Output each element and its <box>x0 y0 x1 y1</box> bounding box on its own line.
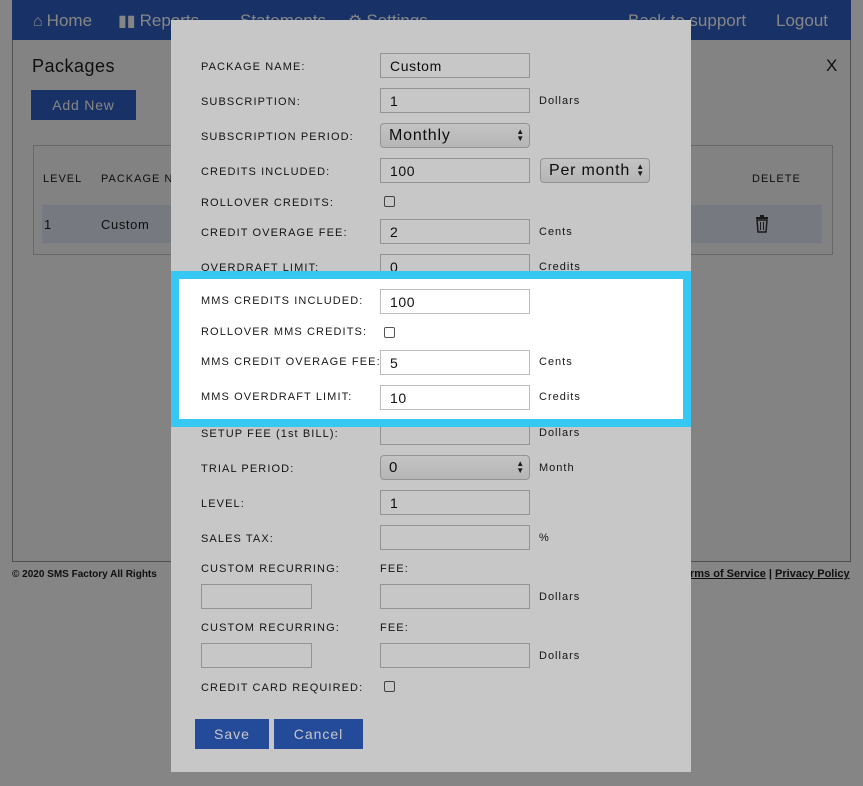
rollover-mms-credits-checkbox[interactable] <box>384 327 395 338</box>
rollover-mms-credits-label: ROLLOVER MMS CREDITS: <box>201 326 368 338</box>
sales-tax-input[interactable] <box>380 525 530 550</box>
setup-fee-unit: Dollars <box>539 427 581 439</box>
subscription-period-select[interactable]: Monthly ▲ ▼ <box>380 123 530 148</box>
credits-included-input[interactable] <box>380 158 530 183</box>
rollover-credits-label: ROLLOVER CREDITS: <box>201 197 335 209</box>
package-name-label: PACKAGE NAME: <box>201 61 306 73</box>
mms-overdraft-limit-input[interactable] <box>380 385 530 410</box>
save-button[interactable]: Save <box>195 719 269 749</box>
mms-settings-highlight: MMS CREDITS INCLUDED: ROLLOVER MMS CREDI… <box>171 271 691 427</box>
trial-period-label: TRIAL PERIOD: <box>201 463 295 475</box>
mms-credits-included-label: MMS CREDITS INCLUDED: <box>201 295 364 307</box>
custom-recurring-2-name-input[interactable] <box>201 643 312 668</box>
custom-recurring-1-fee-input[interactable] <box>380 584 530 609</box>
subscription-period-value: Monthly <box>389 127 451 144</box>
custom-recurring-1-fee-label: FEE: <box>380 563 409 575</box>
custom-recurring-2-fee-label: FEE: <box>380 622 409 634</box>
sales-tax-label: SALES TAX: <box>201 533 274 545</box>
custom-recurring-2-label: CUSTOM RECURRING: <box>201 622 340 634</box>
trial-period-value: 0 <box>389 459 399 476</box>
mms-credits-included-input[interactable] <box>380 289 530 314</box>
level-input[interactable] <box>380 490 530 515</box>
subscription-input[interactable] <box>380 88 530 113</box>
package-name-input[interactable] <box>380 53 530 78</box>
credits-period-value: Per month <box>549 162 631 179</box>
trial-period-unit: Month <box>539 462 575 474</box>
credit-card-required-label: CREDIT CARD REQUIRED: <box>201 682 364 694</box>
credit-overage-fee-input[interactable] <box>380 219 530 244</box>
select-arrows-icon: ▲ ▼ <box>636 162 645 178</box>
credits-period-select[interactable]: Per month ▲ ▼ <box>540 158 650 183</box>
custom-recurring-1-unit: Dollars <box>539 591 581 603</box>
sales-tax-unit: % <box>539 532 550 544</box>
rollover-credits-checkbox[interactable] <box>384 196 395 207</box>
setup-fee-label: SETUP FEE (1st BILL): <box>201 428 339 440</box>
custom-recurring-2-unit: Dollars <box>539 650 581 662</box>
credit-overage-fee-label: CREDIT OVERAGE FEE: <box>201 227 348 239</box>
level-label: LEVEL: <box>201 498 245 510</box>
select-arrows-icon: ▲ ▼ <box>516 459 525 475</box>
custom-recurring-1-name-input[interactable] <box>201 584 312 609</box>
custom-recurring-1-label: CUSTOM RECURRING: <box>201 563 340 575</box>
mms-credit-overage-fee-unit: Cents <box>539 356 573 368</box>
select-arrows-icon: ▲ ▼ <box>516 127 525 143</box>
subscription-unit: Dollars <box>539 95 581 107</box>
trial-period-select[interactable]: 0 ▲ ▼ <box>380 455 530 480</box>
credit-overage-fee-unit: Cents <box>539 226 573 238</box>
mms-overdraft-limit-label: MMS OVERDRAFT LIMIT: <box>201 391 353 403</box>
credit-card-required-checkbox[interactable] <box>384 681 395 692</box>
custom-recurring-2-fee-input[interactable] <box>380 643 530 668</box>
mms-credit-overage-fee-label: MMS CREDIT OVERAGE FEE: <box>201 356 381 368</box>
credits-included-label: CREDITS INCLUDED: <box>201 166 331 178</box>
subscription-label: SUBSCRIPTION: <box>201 96 301 108</box>
subscription-period-label: SUBSCRIPTION PERIOD: <box>201 131 354 143</box>
cancel-button[interactable]: Cancel <box>274 719 363 749</box>
mms-credit-overage-fee-input[interactable] <box>380 350 530 375</box>
mms-overdraft-limit-unit: Credits <box>539 391 581 403</box>
